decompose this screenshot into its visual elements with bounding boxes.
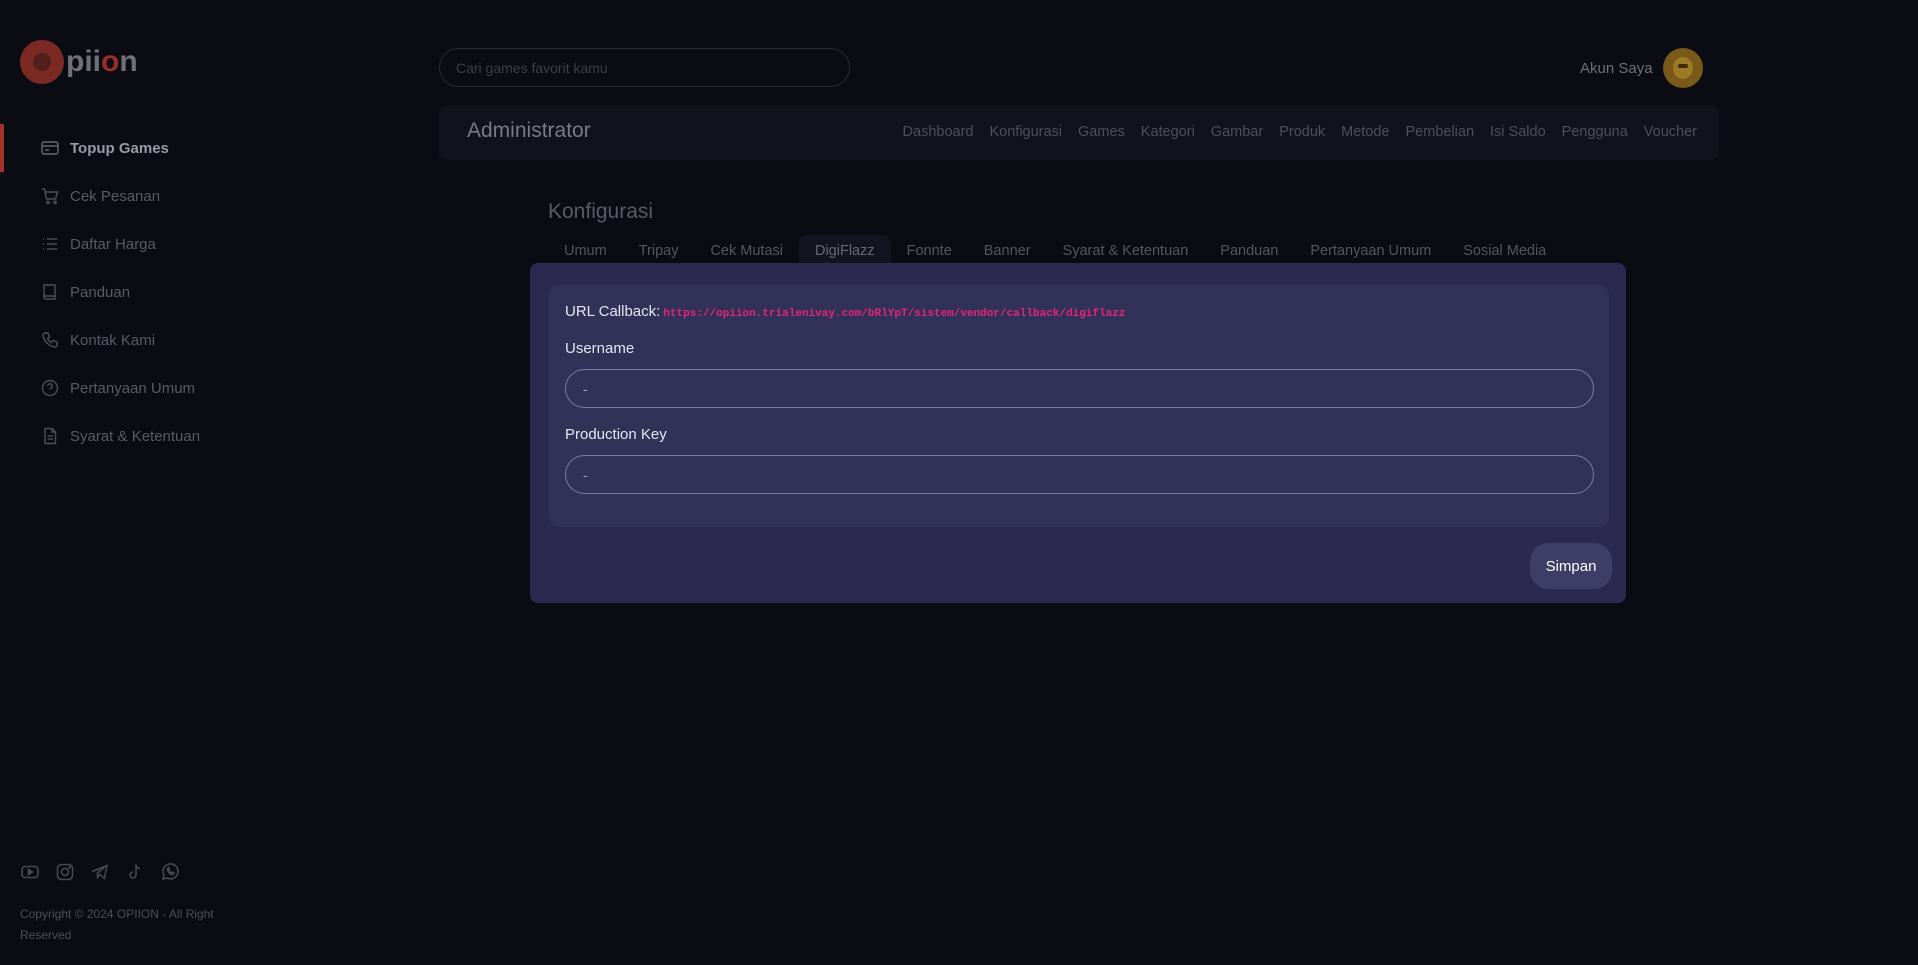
logo-text-prefix: pii: [66, 45, 101, 78]
sidebar-item-label: Kontak Kami: [70, 331, 156, 349]
admin-menu-dashboard[interactable]: Dashboard: [903, 124, 974, 140]
username-field[interactable]: [565, 369, 1594, 408]
admin-menu-games[interactable]: Games: [1078, 124, 1125, 140]
admin-navbar: Administrator Dashboard Konfigurasi Game…: [439, 105, 1719, 160]
youtube-icon[interactable]: [20, 862, 40, 882]
admin-menu-konfigurasi[interactable]: Konfigurasi: [989, 124, 1062, 140]
search-input[interactable]: [439, 48, 850, 87]
tiktok-icon[interactable]: [125, 862, 145, 882]
copyright-text: Copyright © 2024 OPIION - All Right Rese…: [20, 907, 214, 942]
instagram-icon[interactable]: [55, 862, 75, 882]
admin-title: Administrator: [467, 119, 591, 142]
logo[interactable]: piion: [20, 40, 138, 84]
book-icon: [40, 282, 60, 302]
phone-icon: [40, 330, 60, 350]
sidebar-item-pertanyaan-umum[interactable]: Pertanyaan Umum: [0, 364, 380, 412]
admin-menu-pengguna[interactable]: Pengguna: [1562, 124, 1628, 140]
logo-mark-icon: [20, 40, 64, 84]
admin-menu-produk[interactable]: Produk: [1279, 124, 1325, 140]
avatar[interactable]: [1662, 48, 1703, 88]
production-key-field[interactable]: [565, 455, 1594, 494]
sidebar-item-topup-games[interactable]: Topup Games: [0, 124, 380, 172]
admin-menu-pembelian[interactable]: Pembelian: [1406, 124, 1475, 140]
logo-text: piion: [66, 45, 138, 79]
whatsapp-icon[interactable]: [160, 862, 180, 882]
sidebar-item-label: Topup Games: [70, 139, 169, 157]
production-key-label: Production Key: [565, 426, 667, 443]
sidebar-item-label: Daftar Harga: [70, 235, 156, 253]
sidebar-item-cek-pesanan[interactable]: Cek Pesanan: [0, 172, 380, 220]
telegram-icon[interactable]: [90, 862, 110, 882]
sidebar-item-label: Pertanyaan Umum: [70, 379, 196, 397]
logo-text-o: o: [101, 45, 120, 78]
username-label: Username: [565, 340, 635, 357]
callback-row: URL Callback : https://opiion.trialeniva…: [565, 303, 1125, 320]
sidebar-item-label: Syarat & Ketentuan: [70, 427, 201, 445]
account-label: Akun Saya: [1580, 59, 1653, 77]
callback-label: URL Callback: [565, 303, 657, 320]
save-button[interactable]: Simpan: [1530, 543, 1612, 589]
account-menu[interactable]: Akun Saya: [1580, 48, 1703, 88]
page-title: Konfigurasi: [548, 200, 654, 223]
admin-menu-gambar[interactable]: Gambar: [1211, 124, 1263, 140]
sidebar: piion Topup Games Cek Pesanan Daftar Har…: [0, 0, 380, 965]
social-links: [20, 862, 180, 882]
document-icon: [40, 426, 60, 446]
list-icon: [40, 234, 60, 254]
card-icon: [40, 138, 60, 158]
admin-menu-isi-saldo[interactable]: Isi Saldo: [1490, 124, 1546, 140]
sidebar-item-label: Cek Pesanan: [70, 187, 161, 205]
sidebar-nav: Topup Games Cek Pesanan Daftar Harga Pan…: [0, 124, 380, 460]
cart-icon: [40, 186, 60, 206]
admin-menu-metode[interactable]: Metode: [1341, 124, 1389, 140]
sidebar-item-kontak-kami[interactable]: Kontak Kami: [0, 316, 380, 364]
callback-url: https://opiion.trialenivay.com/bRlYpT/si…: [663, 308, 1126, 320]
sidebar-item-daftar-harga[interactable]: Daftar Harga: [0, 220, 380, 268]
admin-menu-kategori[interactable]: Kategori: [1141, 124, 1195, 140]
admin-menu: Dashboard Konfigurasi Games Kategori Gam…: [903, 124, 1697, 140]
logo-text-suffix: n: [119, 45, 138, 78]
digiflazz-config-modal: URL Callback : https://opiion.trialeniva…: [530, 263, 1626, 603]
sidebar-item-syarat-ketentuan[interactable]: Syarat & Ketentuan: [0, 412, 380, 460]
sidebar-item-panduan[interactable]: Panduan: [0, 268, 380, 316]
question-icon: [40, 378, 60, 398]
sidebar-item-label: Panduan: [70, 283, 131, 301]
callback-colon: :: [656, 303, 661, 320]
admin-menu-voucher[interactable]: Voucher: [1644, 124, 1697, 140]
config-form: URL Callback : https://opiion.trialeniva…: [549, 285, 1609, 527]
